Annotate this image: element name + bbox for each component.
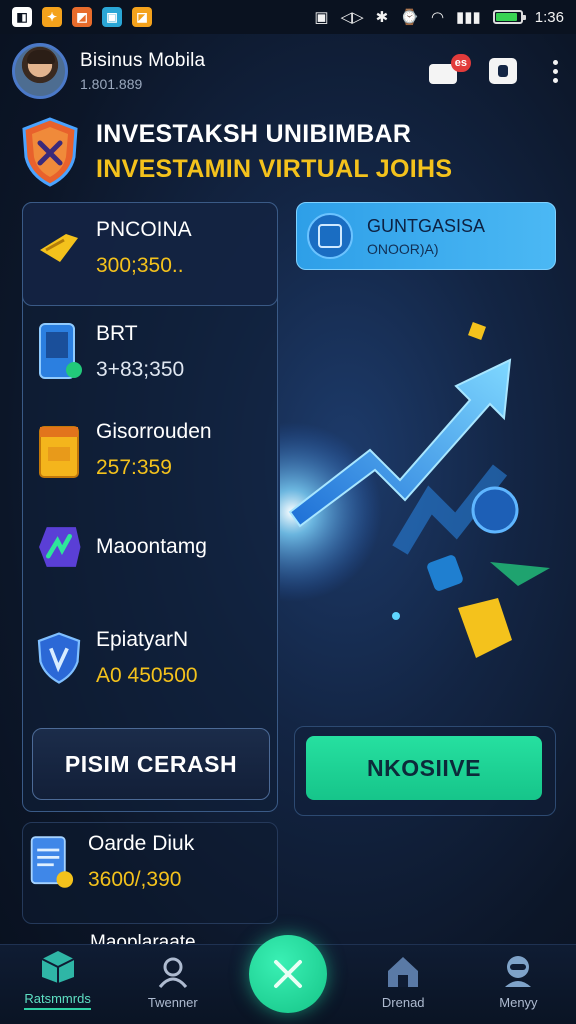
rocket-coin-icon [36,223,82,273]
calendar-icon [36,425,82,478]
hero-banner: INVESTAKSH UNIBIMBAR INVESTAMIN VIRTUAL … [20,114,560,190]
nav-item-ratsmmrds[interactable]: Ratsmmrds [0,945,115,1024]
asset-name: BRT [96,322,138,345]
video-icon[interactable] [489,58,517,84]
asset-name: Maoplaraate [90,932,196,944]
alarm-icon: ⌚ [400,9,419,26]
asset-name: EpiatyarN [96,628,189,651]
bluetooth-icon: ✱ [375,9,389,26]
user-info: Bisinus Mobila 1.801.889 [80,50,205,92]
nav-item-menyy[interactable]: Menyy [461,945,576,1024]
close-icon [274,960,302,988]
nav-item-twenner[interactable]: Twenner [115,945,230,1024]
nav-label: Menyy [499,995,538,1010]
notification-button[interactable]: es [429,54,471,84]
asset-name: Gisorrouden [96,420,212,443]
nav-label: Drenad [381,995,425,1010]
asset-item[interactable]: PNCOINA 300;350.. [36,218,192,278]
asset-value: 3600/,390 [88,868,182,891]
asset-item[interactable]: Maoontamg [36,522,207,572]
app-icon: ◧ [12,7,32,27]
server-icon [307,213,353,259]
asset-name: PNCOINA [96,218,192,241]
hero-subtitle: INVESTAMIN VIRTUAL JOIHS [96,155,453,183]
status-bar: ◧ ✦ ◩ ▣ ◪ ▣ ◁▷ ✱ ⌚ ◠ ▮▮▮ 1:36 [0,0,576,34]
nav-label: Twenner [147,995,198,1010]
notification-app-icons: ◧ ✦ ◩ ▣ ◪ [12,7,152,27]
battery-icon [492,10,526,24]
chart-hex-icon [36,522,82,572]
asset-item[interactable]: Oarde Diuk 3600/,390 [28,832,194,892]
promo-subtitle: ONOOR)A) [367,240,439,257]
asset-value: A0 450500 [96,664,198,687]
cube-icon [41,951,75,983]
more-menu-icon[interactable] [547,59,564,83]
user-id: 1.801.889 [80,76,143,92]
asset-name: Oarde Diuk [88,832,195,855]
right-action-button[interactable]: NKOSIIVE [306,736,542,800]
nav-item-drenad[interactable]: Drenad [346,945,461,1024]
home-icon [388,957,419,987]
app-icon: ▣ [102,7,122,27]
support-agent-icon [505,956,532,987]
avatar[interactable] [12,43,68,99]
vibrate-icon: ◁▷ [340,9,364,26]
app-icon: ◩ [72,7,92,27]
shield-icon [36,632,82,684]
partial-asset-item[interactable]: Maoplaraate [22,928,278,944]
screenshot-icon: ▣ [314,9,329,26]
asset-item[interactable]: Gisorrouden 257:359 [36,420,212,480]
asset-value: 3+83;350 [96,358,185,381]
wifi-icon: ◠ [430,9,445,26]
status-time: 1:36 [534,8,564,26]
user-scan-icon [158,957,187,988]
app-icon: ◪ [132,7,152,27]
asset-value: 257:359 [96,456,172,479]
promo-title: GUNTGASISA [367,215,486,236]
shield-logo-icon [20,117,80,187]
asset-item[interactable]: BRT 3+83;350 [36,322,184,382]
phone-wallet-icon [36,323,82,379]
left-action-button[interactable]: PISIM CERASH [32,728,270,800]
asset-name: Maoontamg [96,535,207,558]
asset-value: 300;350.. [96,254,184,277]
document-icon [28,836,74,888]
nav-label: Ratsmmrds [24,991,91,1010]
hero-title: INVESTAKSH UNIBIMBAR [96,120,412,148]
center-action-button[interactable] [249,935,327,1013]
notification-badge: es [450,54,471,72]
promo-banner[interactable]: GUNTGASISA ONOOR)A) [296,202,556,270]
user-name: Bisinus Mobila [80,50,206,71]
asset-item[interactable]: EpiatyarN A0 450500 [36,628,198,688]
signal-icon: ▮▮▮ [456,9,481,26]
bottom-navigation: Ratsmmrds Twenner Drenad Menyy [0,935,576,1024]
app-icon: ✦ [42,7,62,27]
growth-chart-illustration [280,322,550,658]
header: Bisinus Mobila 1.801.889 es [0,34,576,108]
